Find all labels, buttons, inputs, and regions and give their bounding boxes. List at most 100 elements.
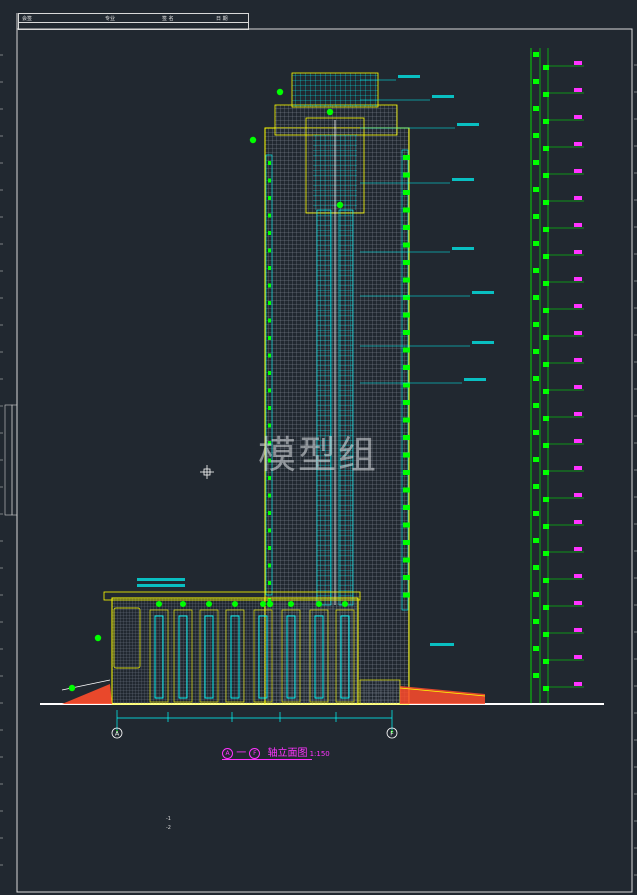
- level-marker: [268, 371, 271, 375]
- bottom-note: -1: [166, 816, 171, 822]
- level-marker: [403, 347, 410, 353]
- level-marker: [403, 540, 410, 545]
- leader-tag: [430, 643, 454, 646]
- strip-level-tag: [574, 385, 582, 389]
- leader-tag: [137, 578, 185, 581]
- strip-level-tag: [574, 466, 582, 470]
- level-marker: [403, 312, 410, 318]
- level-marker: [403, 400, 410, 405]
- level-marker: [268, 161, 271, 165]
- level-marker: [268, 318, 271, 323]
- tree-icon: [94, 634, 102, 642]
- drawing-title: A 一 F 轴立面图 1:150: [222, 744, 330, 759]
- tree-icon: [336, 201, 344, 209]
- level-marker: [268, 196, 271, 200]
- tree-icon: [232, 601, 238, 607]
- strip-level-mark: [533, 160, 539, 165]
- level-marker: [403, 435, 410, 440]
- crosshair-cursor-icon: [200, 465, 214, 479]
- leader-tag: [472, 291, 494, 294]
- leader-tag: [457, 123, 479, 126]
- watermark: 模型组: [258, 433, 379, 477]
- level-marker: [268, 563, 271, 568]
- strip-level-tag: [574, 682, 582, 686]
- level-marker: [268, 283, 271, 288]
- level-marker: [268, 528, 271, 533]
- level-marker: [268, 213, 271, 218]
- strip-level-tag: [574, 601, 582, 605]
- strip-level-mark: [533, 376, 539, 381]
- level-marker: [268, 336, 271, 340]
- axis-label-f: F: [390, 731, 394, 738]
- strip-level-tag: [574, 412, 582, 416]
- bottom-note: -2: [166, 825, 171, 831]
- entrance-canopy: [359, 679, 401, 705]
- level-strip-marks: [533, 52, 584, 691]
- tree-icon: [326, 108, 334, 116]
- strip-level-mark: [533, 349, 539, 354]
- leader-tag: [464, 378, 486, 381]
- glass-ribbon-left: [316, 209, 332, 606]
- strip-level-tag: [574, 628, 582, 632]
- level-marker: [403, 172, 410, 178]
- level-marker: [403, 505, 410, 510]
- tree-icon: [342, 601, 348, 607]
- leader-tag: [398, 75, 420, 78]
- strip-level-tag: [574, 547, 582, 551]
- level-marker: [403, 592, 410, 598]
- level-marker: [268, 248, 271, 253]
- strip-level-mark: [533, 295, 539, 300]
- strip-level-mark: [533, 268, 539, 273]
- title-underline: [222, 759, 312, 760]
- tree-icon: [156, 601, 162, 607]
- level-marker: [403, 207, 410, 213]
- strip-level-mark: [533, 79, 539, 84]
- level-marker: [403, 190, 410, 195]
- strip-level-tag: [574, 439, 582, 443]
- tower-crown: [274, 104, 398, 136]
- strip-level-tag: [574, 250, 582, 254]
- strip-level-mark: [533, 592, 539, 597]
- level-marker: [403, 225, 410, 230]
- level-marker: [268, 546, 271, 550]
- strip-level-tag: [574, 655, 582, 659]
- dimension-line: [116, 710, 393, 730]
- strip-level-tag: [574, 493, 582, 497]
- level-marker: [268, 178, 271, 183]
- strip-level-tag: [574, 520, 582, 524]
- level-marker: [403, 365, 410, 370]
- leader-tag: [452, 247, 474, 250]
- cad-drawing-canvas: 会签 专业 签 名 日 期 A F 模型组 A 一 F 轴立面图 1:150 -…: [0, 0, 637, 895]
- strip-level-mark: [533, 322, 539, 327]
- title-name: 轴立面图: [267, 748, 308, 759]
- level-marker: [403, 487, 410, 493]
- strip-level-tag: [574, 358, 582, 362]
- podium-body: [111, 597, 359, 705]
- title-axis-start-icon: A: [222, 747, 233, 759]
- level-marker: [403, 557, 410, 563]
- title-dash: 一: [236, 748, 247, 759]
- strip-level-mark: [533, 214, 539, 219]
- strip-level-tag: [574, 304, 582, 308]
- strip-level-mark: [533, 106, 539, 111]
- strip-level-mark: [533, 241, 539, 246]
- strip-level-tag: [574, 574, 582, 578]
- strip-level-mark: [533, 457, 539, 462]
- title-axis-start: A: [225, 749, 230, 757]
- level-marker: [403, 155, 410, 160]
- level-marker: [268, 581, 271, 585]
- level-marker: [403, 260, 410, 265]
- level-marker: [403, 452, 410, 458]
- level-marker: [403, 330, 410, 335]
- strip-level-mark: [533, 511, 539, 516]
- tree-icon: [180, 601, 186, 607]
- strip-level-mark: [533, 52, 539, 57]
- axis-label-a: A: [115, 731, 120, 738]
- left-margin-table: [4, 404, 18, 516]
- tree-icon: [316, 601, 322, 607]
- strip-level-mark: [533, 484, 539, 489]
- leader-tag: [432, 95, 454, 98]
- glass-ribbon-right: [338, 209, 354, 606]
- tree-icon: [288, 601, 294, 607]
- title-axis-end-icon: F: [249, 747, 261, 759]
